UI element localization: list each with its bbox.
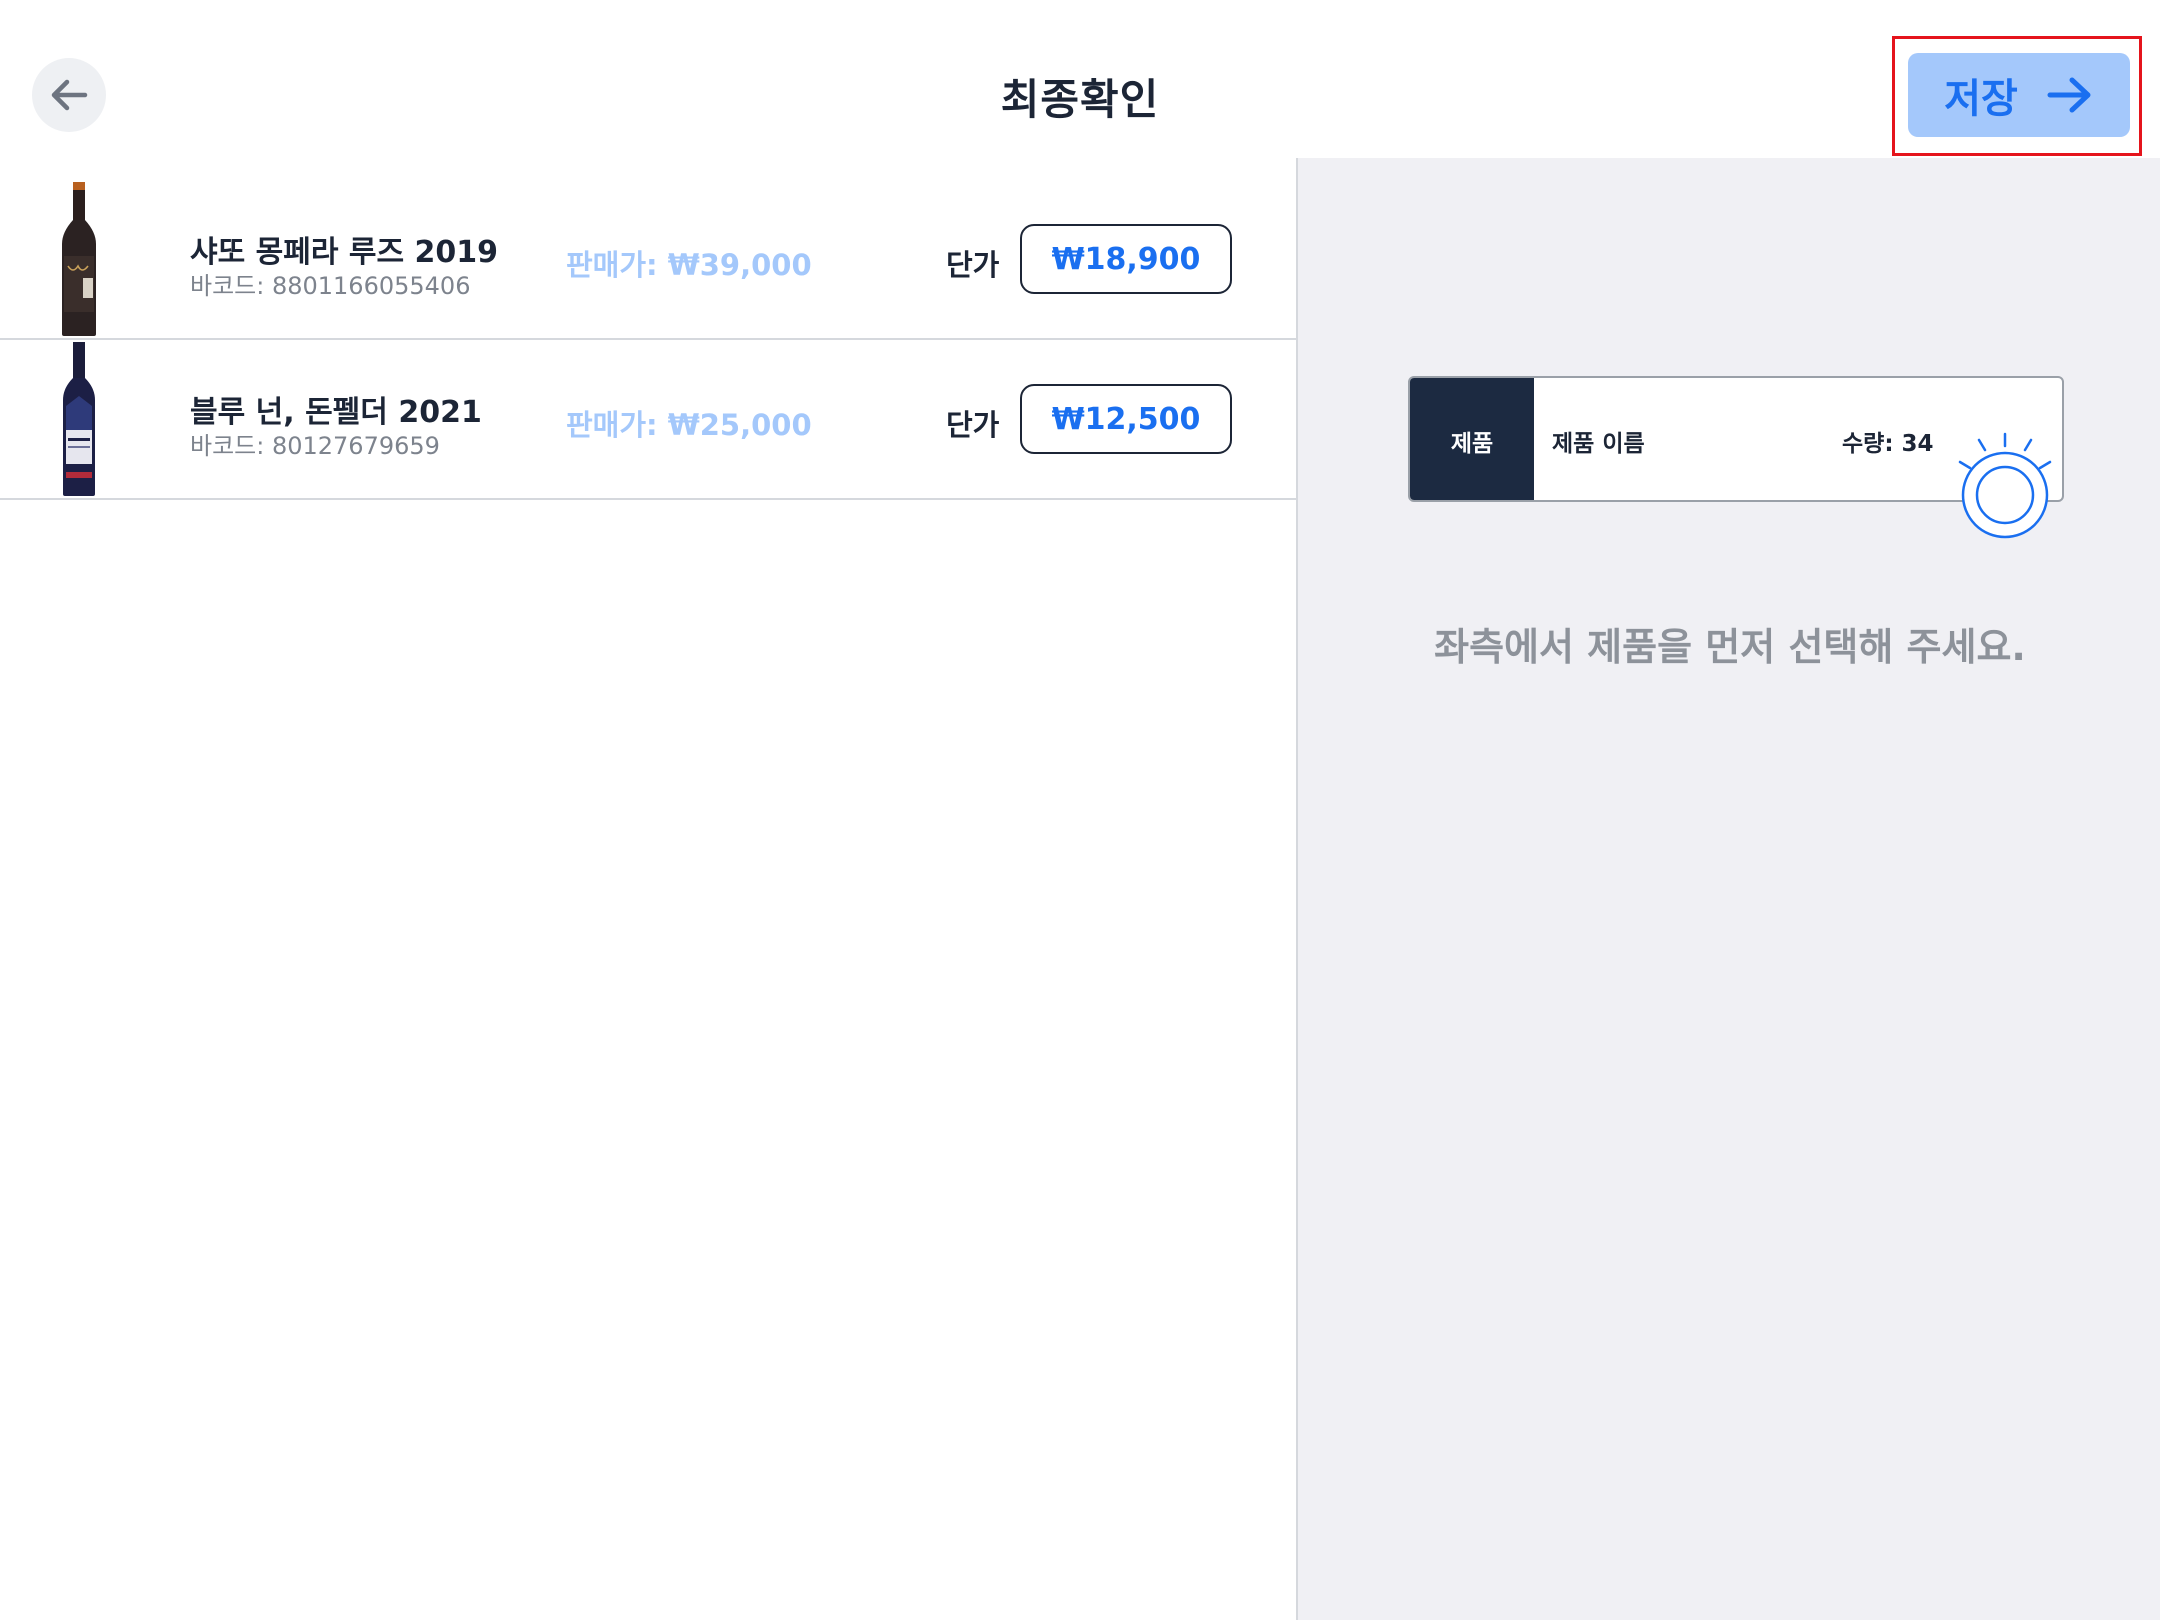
- select-product-illustration: 제품 제품 이름 수량: 34: [1408, 376, 2068, 556]
- product-name: 샤또 몽페라 루즈 2019: [190, 235, 499, 270]
- screen: 최종확인 저장 샤또 몽페라 루즈 2019 바코드: 880116605540…: [0, 0, 2160, 1620]
- product-row[interactable]: 블루 넌, 돈펠더 2021 바코드: 80127679659 판매가: ₩25…: [0, 340, 1296, 500]
- tap-icon: [1958, 432, 2052, 539]
- product-barcode: 바코드: 8801166055406: [190, 272, 471, 300]
- product-name: 블루 넌, 돈펠더 2021: [190, 395, 482, 430]
- product-list: 샤또 몽페라 루즈 2019 바코드: 8801166055406 판매가: ₩…: [0, 158, 1296, 1620]
- save-button[interactable]: 저장: [1908, 53, 2130, 137]
- save-button-label: 저장: [1944, 76, 2018, 122]
- unit-price-label: 단가: [946, 408, 1000, 442]
- unit-price-label: 단가: [946, 248, 1000, 282]
- page-title: 최종확인: [1000, 75, 1160, 124]
- wine-bottle-image: [62, 182, 96, 336]
- illustration-tag: 제품: [1410, 378, 1534, 500]
- product-barcode: 바코드: 80127679659: [190, 432, 440, 460]
- unit-price-input[interactable]: ₩12,500: [1020, 384, 1232, 454]
- header: 최종확인 저장: [0, 0, 2160, 158]
- wine-bottle-image: [63, 342, 95, 496]
- empty-state-message: 좌측에서 제품을 먼저 선택해 주세요.: [1434, 625, 2026, 669]
- illustration-quantity: 수량: 34: [1842, 431, 1934, 457]
- arrow-right-icon: [2047, 77, 2091, 113]
- sale-price: 판매가: ₩25,000: [566, 408, 812, 442]
- detail-panel: 제품 제품 이름 수량: 34 좌측에서 제품을 먼저 선택해 주세요.: [1296, 158, 2160, 1620]
- illustration-name: 제품 이름: [1552, 431, 1645, 457]
- sale-price: 판매가: ₩39,000: [566, 248, 812, 282]
- product-row[interactable]: 샤또 몽페라 루즈 2019 바코드: 8801166055406 판매가: ₩…: [0, 180, 1296, 340]
- unit-price-input[interactable]: ₩18,900: [1020, 224, 1232, 294]
